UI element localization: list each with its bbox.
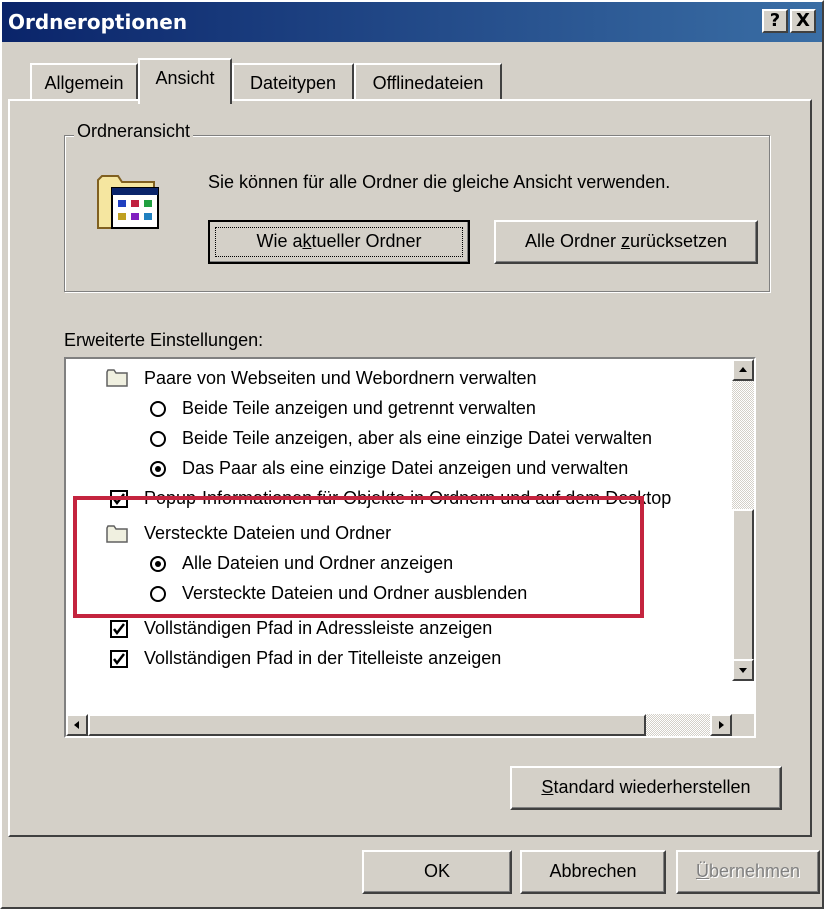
restore-defaults-button[interactable]: Standard wiederherstellen (510, 766, 782, 810)
tab-allgemein[interactable]: Allgemein (30, 63, 138, 99)
list-item: Versteckte Dateien und Ordner (144, 523, 392, 543)
arrow-right-icon (719, 721, 724, 729)
advanced-settings-list[interactable]: Paare von Webseiten und Webordnern verwa… (64, 357, 756, 738)
vertical-scroll-thumb[interactable] (732, 509, 754, 665)
scroll-right-button[interactable] (710, 714, 732, 736)
checkbox[interactable] (110, 490, 128, 508)
restore-label-b: tandard wiederherstellen (553, 777, 751, 797)
apply-current-folder-button[interactable]: Wie aktueller Ordner (208, 220, 470, 264)
checkbox[interactable] (110, 620, 128, 638)
focus-rectangle (215, 227, 463, 257)
tab-offlinedateien[interactable]: Offlinedateien (354, 63, 502, 99)
folder-view-group-label: Ordneransicht (74, 121, 194, 142)
tab-dateitypen[interactable]: Dateitypen (232, 63, 354, 99)
radio-button[interactable] (150, 431, 166, 447)
scroll-up-button[interactable] (732, 359, 754, 381)
list-item[interactable]: Beide Teile anzeigen und getrennt verwal… (182, 394, 536, 424)
title-bar[interactable]: Ordneroptionen ? X (2, 2, 822, 42)
folder-icon (106, 369, 128, 387)
scroll-down-button[interactable] (732, 659, 754, 681)
apply-button[interactable]: Übernehmen (676, 850, 820, 894)
cancel-button[interactable]: Abbrechen (520, 850, 666, 894)
reset-label-mnemonic: z (620, 231, 630, 251)
apply-button-mnemonic: Ü (695, 861, 709, 881)
scroll-left-button[interactable] (66, 714, 88, 736)
radio-button[interactable] (150, 586, 166, 602)
list-item[interactable]: Das Paar als eine einzige Datei anzeigen… (182, 454, 628, 484)
list-item[interactable]: Alle Dateien und Ordner anzeigen (182, 549, 453, 579)
checkbox[interactable] (110, 650, 128, 668)
help-button[interactable]: ? (762, 9, 788, 33)
arrow-left-icon (74, 721, 79, 729)
close-button[interactable]: X (790, 9, 816, 33)
reset-label-a: Alle Ordner (524, 231, 621, 251)
reset-all-folders-button[interactable]: Alle Ordner zurücksetzen (494, 220, 758, 264)
reset-label-b: urücksetzen (629, 231, 728, 251)
radio-button[interactable] (150, 401, 166, 417)
advanced-settings-label: Erweiterte Einstellungen: (64, 330, 264, 350)
vertical-scrollbar[interactable] (732, 359, 754, 681)
list-item[interactable]: Beide Teile anzeigen, aber als eine einz… (182, 424, 652, 454)
list-item[interactable]: Vollständigen Pfad in der Titelleiste an… (144, 644, 501, 674)
radio-button-selected[interactable] (150, 461, 166, 477)
restore-label-mnemonic: S (541, 777, 554, 797)
arrow-down-icon (739, 668, 747, 673)
horizontal-scrollbar[interactable] (66, 714, 732, 736)
list-item[interactable]: Vollständigen Pfad in Adressleiste anzei… (144, 614, 492, 644)
window-title: Ordneroptionen (8, 10, 188, 34)
folder-view-description: Sie können für alle Ordner die gleiche A… (208, 172, 671, 192)
arrow-up-icon (739, 367, 747, 372)
folder-view-icon (97, 175, 159, 229)
tab-ansicht[interactable]: Ansicht (138, 58, 232, 104)
list-item: Paare von Webseiten und Webordnern verwa… (144, 368, 537, 388)
list-item[interactable]: Versteckte Dateien und Ordner ausblenden (182, 579, 527, 609)
scrollbar-corner (732, 714, 754, 736)
horizontal-scroll-thumb[interactable] (88, 714, 646, 736)
ok-button[interactable]: OK (362, 850, 512, 894)
folder-icon (106, 525, 128, 543)
apply-button-label: bernehmen (708, 861, 801, 881)
radio-button-selected[interactable] (150, 556, 166, 572)
list-item[interactable]: Popup-Informationen für Objekte in Ordne… (144, 484, 671, 514)
